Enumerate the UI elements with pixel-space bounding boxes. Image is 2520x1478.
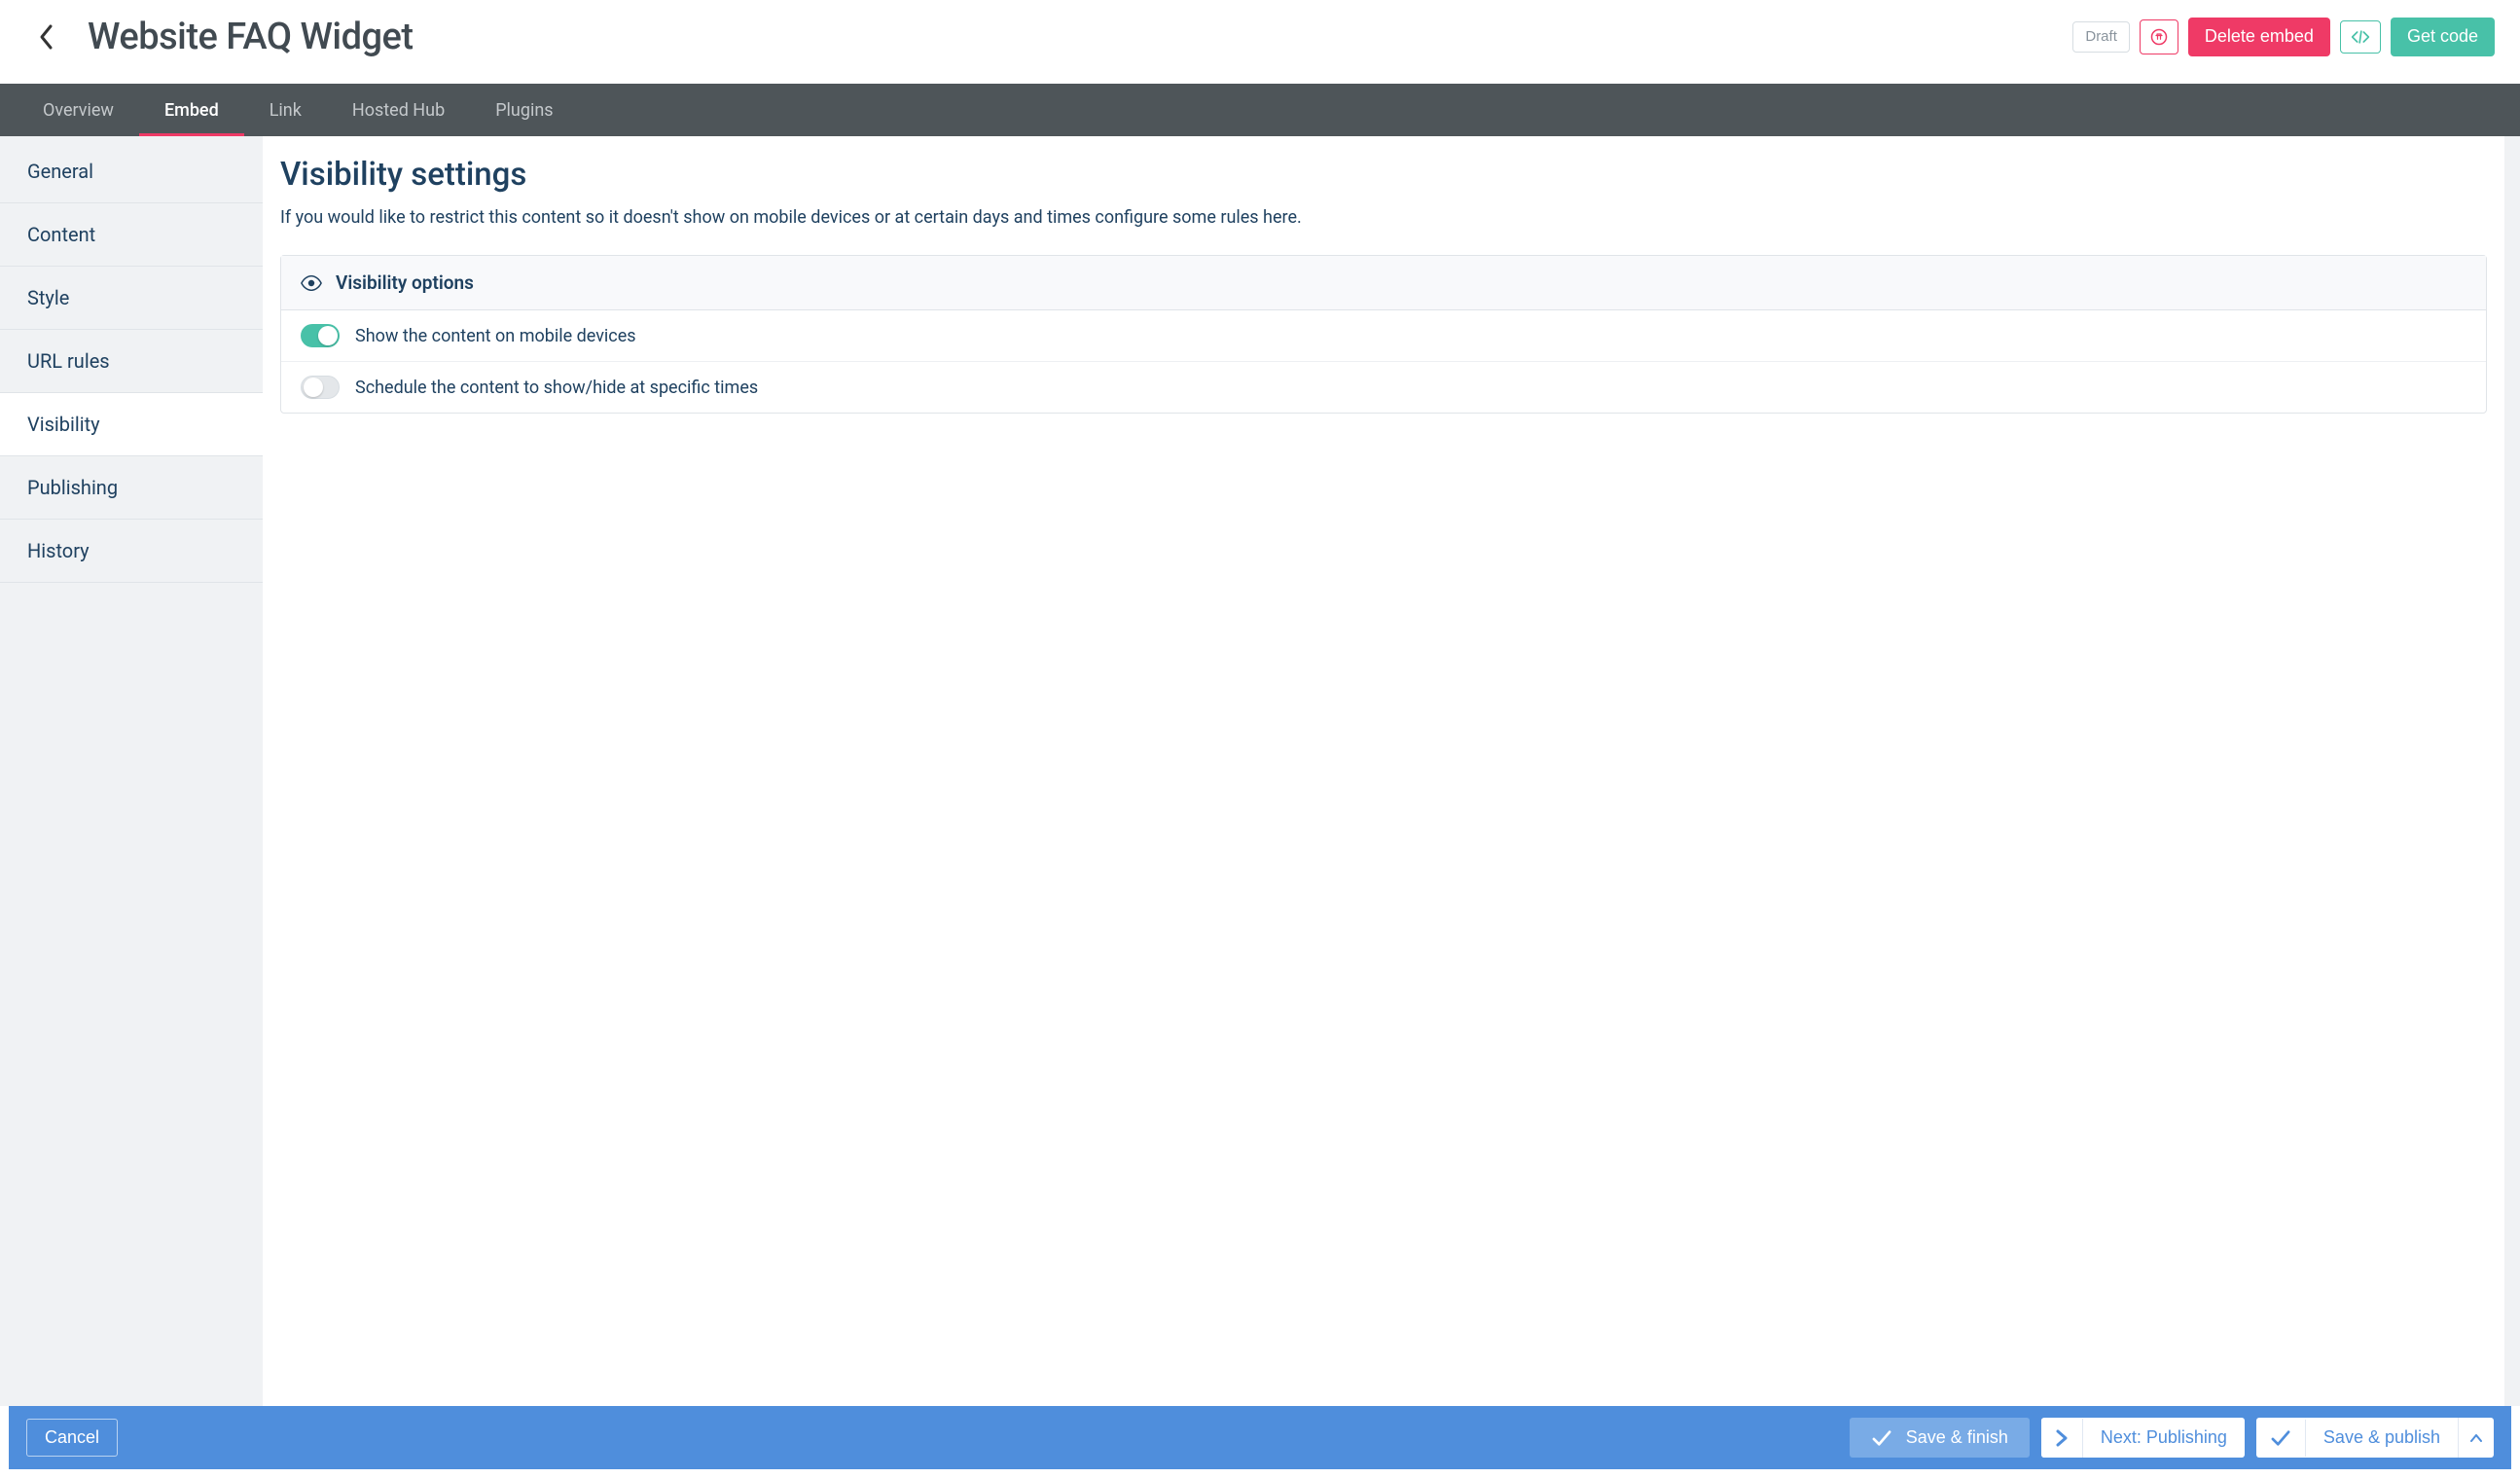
save-publish-label: Save & publish — [2306, 1418, 2458, 1458]
page-title: Website FAQ Widget — [88, 16, 414, 58]
save-publish-button[interactable]: Save & publish — [2256, 1418, 2458, 1458]
page-header: Website FAQ Widget Draft Delete embed Ge… — [0, 0, 2520, 84]
tab-hosted-hub[interactable]: Hosted Hub — [327, 84, 470, 136]
tab-plugins[interactable]: Plugins — [470, 84, 578, 136]
code-icon — [2351, 29, 2370, 45]
save-publish-dropdown[interactable] — [2458, 1418, 2494, 1458]
save-finish-button[interactable]: Save & finish — [1850, 1418, 2030, 1458]
eye-icon — [301, 275, 322, 291]
option-schedule-label: Schedule the content to show/hide at spe… — [355, 378, 758, 398]
chevron-right-icon — [2055, 1428, 2069, 1448]
check-icon — [2270, 1429, 2291, 1447]
trash-icon — [2150, 28, 2168, 46]
tab-link[interactable]: Link — [244, 84, 327, 136]
next-button[interactable]: Next: Publishing — [2041, 1418, 2245, 1458]
back-button[interactable] — [25, 16, 68, 58]
toggle-schedule[interactable] — [301, 376, 340, 399]
sidebar-item-history[interactable]: History — [0, 520, 263, 583]
delete-icon-button[interactable] — [2140, 19, 2178, 54]
content-description: If you would like to restrict this conte… — [280, 207, 2487, 228]
sidebar-item-style[interactable]: Style — [0, 267, 263, 330]
check-icon — [1871, 1429, 1892, 1447]
toggle-mobile[interactable] — [301, 324, 340, 347]
tab-embed[interactable]: Embed — [139, 84, 244, 136]
delete-embed-button[interactable]: Delete embed — [2188, 18, 2330, 56]
header-actions: Draft Delete embed Get code — [2072, 18, 2495, 56]
cancel-button[interactable]: Cancel — [26, 1419, 118, 1457]
save-finish-label: Save & finish — [1906, 1427, 2008, 1448]
sidebar-item-general[interactable]: General — [0, 140, 263, 203]
sidebar-item-content[interactable]: Content — [0, 203, 263, 267]
main-content: Visibility settings If you would like to… — [263, 136, 2520, 1406]
footer-bar: Cancel Save & finish Next: Publishing Sa… — [9, 1406, 2511, 1469]
sidebar-item-url-rules[interactable]: URL rules — [0, 330, 263, 393]
option-mobile-label: Show the content on mobile devices — [355, 326, 636, 346]
caret-up-icon — [2470, 1434, 2482, 1442]
nav-tabs: Overview Embed Link Hosted Hub Plugins — [0, 84, 2520, 136]
code-icon-button[interactable] — [2340, 20, 2381, 54]
settings-sidebar: General Content Style URL rules Visibili… — [0, 136, 263, 1406]
content-heading: Visibility settings — [280, 156, 2487, 194]
option-row-mobile: Show the content on mobile devices — [281, 310, 2486, 362]
visibility-panel: Visibility options Show the content on m… — [280, 255, 2487, 414]
sidebar-item-visibility[interactable]: Visibility — [0, 393, 263, 456]
panel-header: Visibility options — [281, 256, 2486, 310]
draft-badge[interactable]: Draft — [2072, 21, 2130, 53]
panel-title: Visibility options — [336, 271, 474, 294]
next-label: Next: Publishing — [2083, 1418, 2245, 1458]
tab-overview[interactable]: Overview — [18, 84, 139, 136]
chevron-left-icon — [38, 23, 55, 51]
sidebar-item-publishing[interactable]: Publishing — [0, 456, 263, 520]
get-code-button[interactable]: Get code — [2391, 18, 2495, 56]
option-row-schedule: Schedule the content to show/hide at spe… — [281, 362, 2486, 413]
